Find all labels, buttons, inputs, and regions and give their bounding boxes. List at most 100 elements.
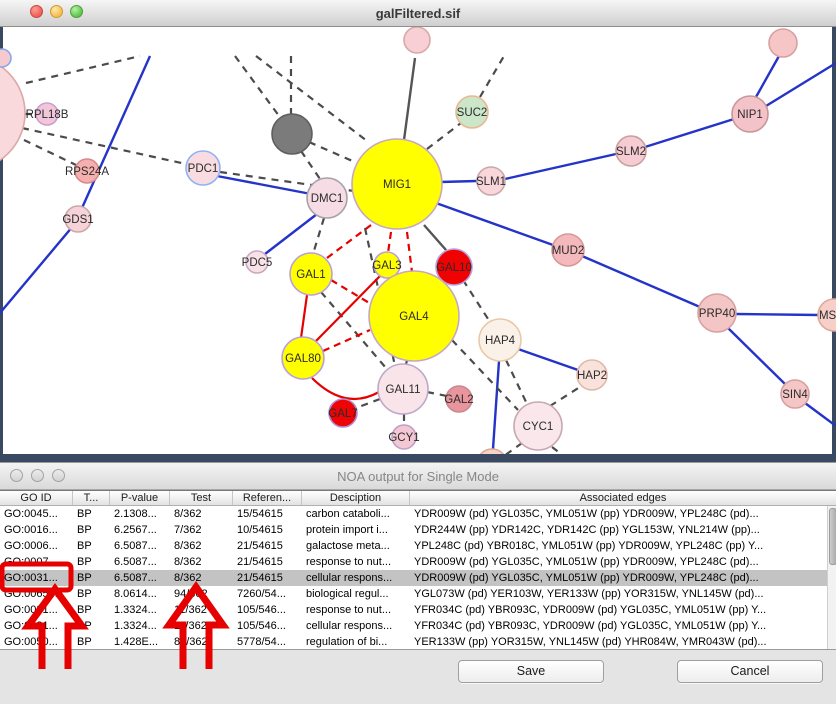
node-HAP3[interactable] — [477, 449, 507, 454]
edge-dark — [424, 225, 446, 250]
scrollbar-thumb[interactable] — [829, 508, 836, 565]
table-row[interactable]: GO:0016...BP6.2567...7/36210/54615protei… — [0, 522, 836, 538]
node-label-GAL80: GAL80 — [285, 353, 321, 365]
table-cell: 8/362 — [170, 538, 233, 554]
edge-pp — [436, 203, 553, 245]
table-row[interactable]: GO:0031...BP1.3324...11/362105/546...cel… — [0, 618, 836, 634]
node-label-PDC5: PDC5 — [242, 257, 273, 269]
network-window-titlebar[interactable]: galFiltered.sif — [0, 0, 836, 27]
node-gray-node[interactable] — [272, 114, 312, 154]
edge-pp — [82, 56, 150, 208]
edge-pp — [766, 63, 836, 106]
table-row[interactable]: GO:0031...BP6.5087...8/36221/54615cellul… — [0, 570, 836, 586]
column-header-5[interactable]: Desciption — [302, 491, 410, 505]
table-cell: biological regul... — [302, 586, 410, 602]
node-label-RPS24A: RPS24A — [65, 166, 109, 178]
node-label-SLM1: SLM1 — [476, 176, 506, 188]
table-cell: cellular respons... — [302, 618, 410, 634]
noa-output-window: NOA output for Single Mode GO IDT...P-va… — [0, 462, 836, 704]
table-cell: YDR244W (pp) YDR142C, YDR142C (pp) YGL15… — [410, 522, 836, 538]
node-label-MIG1: MIG1 — [383, 179, 411, 191]
edge-pp — [582, 256, 700, 307]
node-label-GAL2: GAL2 — [444, 394, 473, 406]
column-header-4[interactable]: Referen... — [233, 491, 302, 505]
table-cell: BP — [73, 602, 110, 618]
node-label-GCY1: GCY1 — [388, 432, 419, 444]
edge-pp — [728, 328, 785, 384]
node-label-GAL1: GAL1 — [296, 269, 325, 281]
table-cell: BP — [73, 538, 110, 554]
table-cell: BP — [73, 634, 110, 650]
table-cell: 5778/54... — [233, 634, 302, 650]
node-label-PRP40: PRP40 — [699, 308, 735, 320]
node-label-PDC1: PDC1 — [188, 163, 219, 175]
node-label-MUD2: MUD2 — [552, 245, 585, 257]
edge-red — [301, 295, 307, 338]
node-corner-tiny[interactable] — [0, 49, 11, 67]
cancel-button[interactable]: Cancel — [677, 660, 823, 683]
node-label-SIN4: SIN4 — [782, 389, 808, 401]
node-label-GDS1: GDS1 — [62, 214, 93, 226]
edge-pd — [550, 385, 583, 406]
node-top-cut-a[interactable] — [404, 27, 430, 53]
table-row[interactable]: GO:0031...BP1.3324...11/362105/546...res… — [0, 602, 836, 618]
table-row[interactable]: GO:0045...BP2.1308...8/36215/54615carbon… — [0, 506, 836, 522]
column-header-2[interactable]: P-value — [110, 491, 170, 505]
noa-window-titlebar[interactable]: NOA output for Single Mode — [0, 463, 836, 490]
node-big-left[interactable] — [0, 56, 25, 170]
table-cell: BP — [73, 522, 110, 538]
save-button[interactable]: Save — [458, 660, 604, 683]
table-cell: 15/54615 — [233, 506, 302, 522]
table-cell: 7260/54... — [233, 586, 302, 602]
table-cell: GO:0050... — [0, 634, 73, 650]
table-row[interactable]: GO:0050...BP1.428E...80/3625778/54...reg… — [0, 634, 836, 650]
table-cell: 1.428E... — [110, 634, 170, 650]
edge-red — [312, 378, 379, 399]
table-cell: YFR034C (pd) YBR093C, YDR009W (pd) YGL03… — [410, 602, 836, 618]
table-cell: 6.2567... — [110, 522, 170, 538]
vertical-scrollbar[interactable] — [827, 506, 836, 649]
table-body: GO:0045...BP2.1308...8/36215/54615carbon… — [0, 506, 836, 650]
column-header-0[interactable]: GO ID — [0, 491, 73, 505]
edge-pd — [463, 280, 490, 322]
edge-pp — [805, 403, 836, 426]
edge-pp — [756, 56, 779, 97]
edge-pd — [309, 142, 357, 163]
table-row[interactable]: GO:0006...BP6.5087...8/36221/54615galact… — [0, 538, 836, 554]
table-cell: cellular respons... — [302, 570, 410, 586]
edge-pd — [504, 443, 522, 454]
table-cell: BP — [73, 586, 110, 602]
table-cell: 11/362 — [170, 602, 233, 618]
node-label-CYC1: CYC1 — [523, 421, 554, 433]
table-cell: 1.3324... — [110, 618, 170, 634]
noa-window-title: NOA output for Single Mode — [0, 469, 836, 484]
table-cell: BP — [73, 554, 110, 570]
edge-pp — [505, 154, 616, 179]
edge-pd — [427, 123, 461, 149]
column-header-1[interactable]: T... — [73, 491, 110, 505]
network-window-title: galFiltered.sif — [0, 6, 836, 21]
table-cell: response to nut... — [302, 602, 410, 618]
table-row[interactable]: GO:0065...BP8.0614...94/3627260/54...bio… — [0, 586, 836, 602]
table-row[interactable]: GO:0007...BP6.5087...8/36221/54615respon… — [0, 554, 836, 570]
table-cell: 8.0614... — [110, 586, 170, 602]
table-cell: 105/546... — [233, 602, 302, 618]
edge-dark — [404, 58, 415, 140]
table-cell: GO:0065... — [0, 586, 73, 602]
table-cell: BP — [73, 570, 110, 586]
table-cell: 10/54615 — [233, 522, 302, 538]
edge-pd — [480, 56, 504, 97]
node-label-GAL4: GAL4 — [399, 311, 429, 323]
table-cell: 80/362 — [170, 634, 233, 650]
edge-reddash — [388, 232, 391, 253]
column-header-3[interactable]: Test — [170, 491, 233, 505]
edge-pp — [0, 226, 73, 313]
table-cell: BP — [73, 618, 110, 634]
table-cell: YPL248C (pd) YBR018C, YML051W (pp) YDR00… — [410, 538, 836, 554]
node-top-cut-b[interactable] — [769, 29, 797, 57]
network-canvas[interactable]: RPL18BRPS24AGDS1PDC1PDC5DMC1SUC2MIG1SLM1… — [0, 27, 836, 462]
node-label-RPL18B: RPL18B — [26, 109, 69, 121]
table-cell: 8/362 — [170, 570, 233, 586]
table-cell: carbon cataboli... — [302, 506, 410, 522]
column-header-6[interactable]: Associated edges — [410, 491, 836, 505]
